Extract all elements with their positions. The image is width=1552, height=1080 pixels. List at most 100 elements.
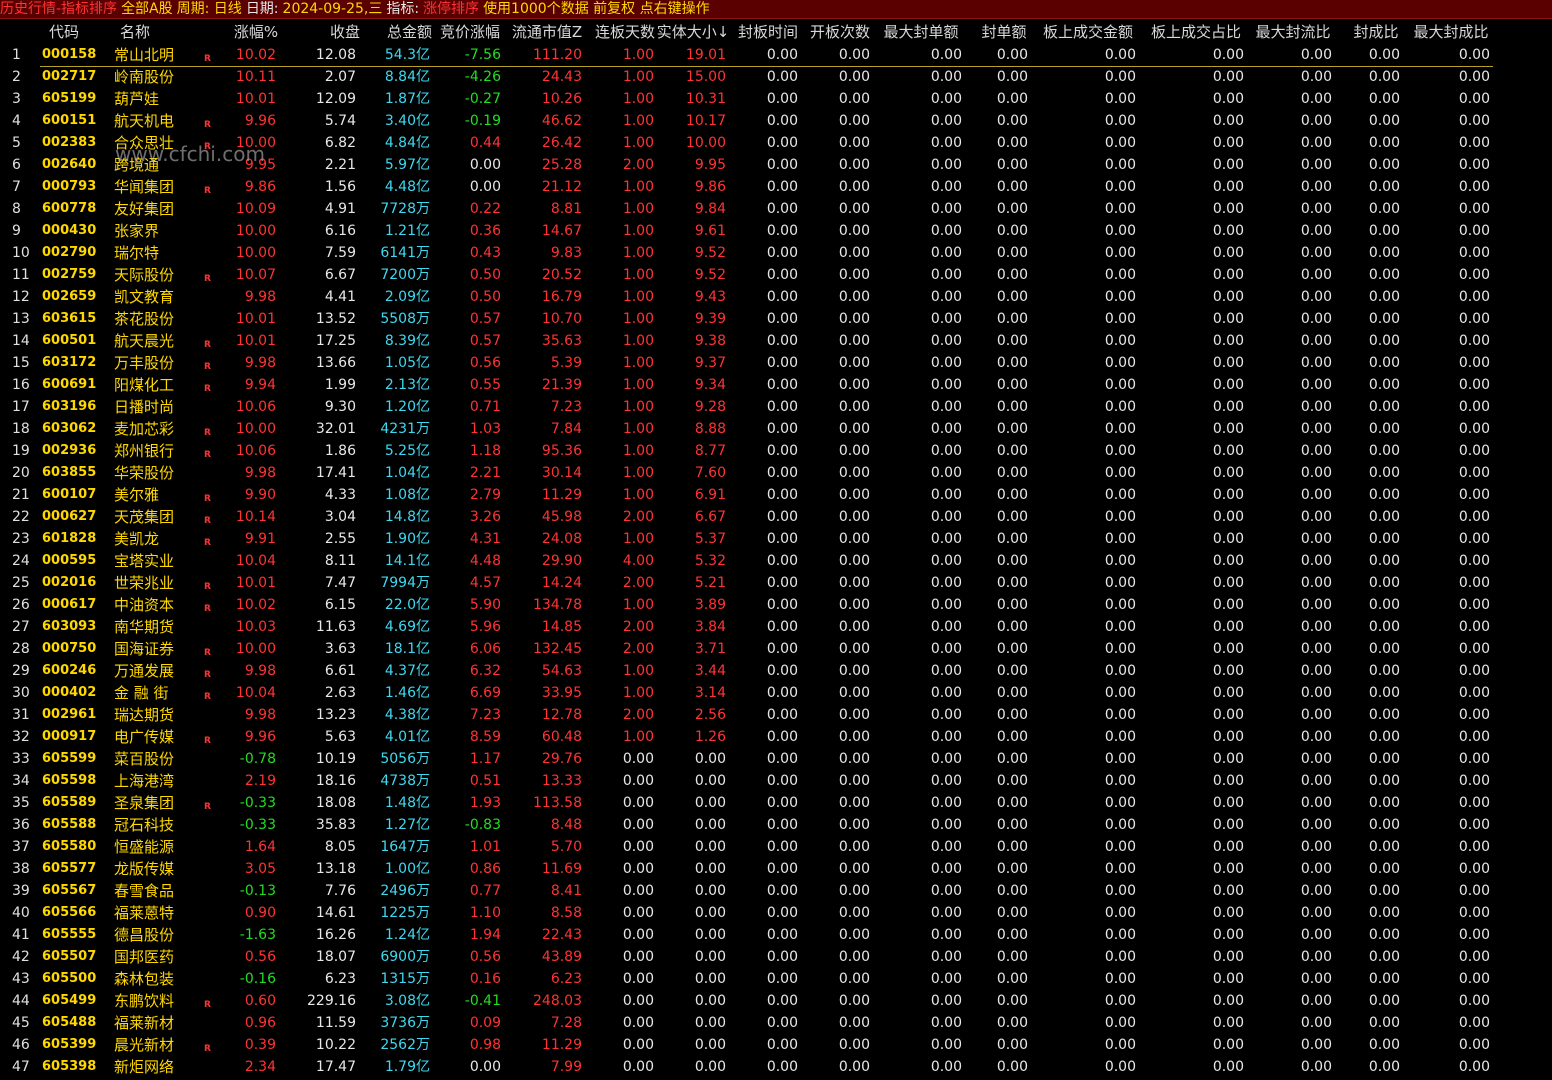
seal-time-value: 0.00 xyxy=(766,949,798,965)
table-row[interactable]: 23 601828 美凯龙 R 9.91 2.55 1.90亿 4.31 24.08 1.00 5.… xyxy=(0,528,1552,550)
seal-amount-value: 0.00 xyxy=(996,839,1028,855)
table-row[interactable]: 18 603062 麦加芯彩 R 10.00 32.01 4231万 1.03 7.84 1.00… xyxy=(0,418,1552,440)
streak-days: 0.00 xyxy=(622,883,654,899)
col-board-ratio-header[interactable]: 板上成交占比 xyxy=(1144,21,1248,43)
indicator-value[interactable]: 涨停排序 xyxy=(423,0,479,18)
col-body-size-header[interactable]: 实体大小↓ xyxy=(656,21,730,43)
mode-label[interactable]: 历史行情-指标排序 xyxy=(0,0,117,18)
table-row[interactable]: 9 000430 张家界 10.00 6.16 1.21亿 0.36 14.67 1.00 9.6… xyxy=(0,220,1552,242)
table-row[interactable]: 36 605588 冠石科技 -0.33 35.83 1.27亿 -0.83 8.48 0.00… xyxy=(0,814,1552,836)
table-row[interactable]: 22 000627 天茂集团 R 10.14 3.04 14.8亿 3.26 45.98 2.00… xyxy=(0,506,1552,528)
board-turnover-value: 0.00 xyxy=(1104,553,1136,569)
open-count-value: 0.00 xyxy=(838,509,870,525)
table-row[interactable]: 33 605599 菜百股份 -0.78 10.19 5056万 1.17 29.76 0.00… xyxy=(0,748,1552,770)
max-seal-float-value: 0.00 xyxy=(1300,399,1332,415)
col-streak-header[interactable]: 连板天数 xyxy=(590,21,660,43)
table-row[interactable]: 35 605589 圣泉集团 R -0.33 18.08 1.48亿 1.93 113.58 0.… xyxy=(0,792,1552,814)
open-count-value: 0.00 xyxy=(838,1015,870,1031)
table-row[interactable]: 17 603196 日播时尚 10.06 9.30 1.20亿 0.71 7.23 1.00 9.… xyxy=(0,396,1552,418)
col-bid-change-header[interactable]: 竞价涨幅 xyxy=(436,21,504,43)
seal-amount-value: 0.00 xyxy=(996,927,1028,943)
table-row[interactable]: 7 000793 华闻集团 R 9.86 1.56 4.48亿 0.00 21.12 1.00 9.… xyxy=(0,176,1552,198)
col-board-turnover-header[interactable]: 板上成交金额 xyxy=(1036,21,1140,43)
table-row[interactable]: 41 605555 德昌股份 -1.63 16.26 1.24亿 1.94 22.43 0.00… xyxy=(0,924,1552,946)
seal-ratio-value: 0.00 xyxy=(1368,619,1400,635)
table-row[interactable]: 20 603855 华荣股份 9.98 17.41 1.04亿 2.21 30.14 1.00 7… xyxy=(0,462,1552,484)
date-value[interactable]: 2024-09-25,三 xyxy=(283,0,383,18)
table-row[interactable]: 25 002016 世荣兆业 R 10.01 7.47 7994万 4.57 14.24 2.00… xyxy=(0,572,1552,594)
col-max-seal-ratio-header[interactable]: 最大封成比 xyxy=(1408,21,1494,43)
table-row[interactable]: 24 000595 宝塔实业 10.04 8.11 14.1亿 4.48 29.90 4.00 5… xyxy=(0,550,1552,572)
scope-label[interactable]: 全部A股 xyxy=(121,0,173,18)
bid-change: 0.77 xyxy=(469,883,501,899)
seal-ratio-value: 0.00 xyxy=(1368,927,1400,943)
table-row[interactable]: 15 603172 万丰股份 R 9.98 13.66 1.05亿 0.56 5.39 1.00 9… xyxy=(0,352,1552,374)
body-size: 5.37 xyxy=(694,531,726,547)
table-row[interactable]: 6 002640 跨境通 9.95 2.21 5.97亿 0.00 25.28 2.00 9.95… xyxy=(0,154,1552,176)
total-amount: 4.84亿 xyxy=(384,135,430,151)
table-row[interactable]: 19 002936 郑州银行 R 10.06 1.86 5.25亿 1.18 95.36 1.00… xyxy=(0,440,1552,462)
table-row[interactable]: 2 002717 岭南股份 10.11 2.07 8.84亿 -4.26 24.43 1.00 1… xyxy=(0,66,1552,88)
col-seal-amount-header[interactable]: 封单额 xyxy=(976,21,1032,43)
table-row[interactable]: 44 605499 东鹏饮料 R 0.60 229.16 3.08亿 -0.41 248.03 0… xyxy=(0,990,1552,1012)
close-price: 4.33 xyxy=(324,487,356,503)
stock-name: 万通发展 xyxy=(114,662,175,680)
col-code-header[interactable]: 代码 xyxy=(40,21,88,43)
col-float-mcap-header[interactable]: 流通市值Z xyxy=(508,21,586,43)
table-row[interactable]: 31 002961 瑞达期货 9.98 13.23 4.38亿 7.23 12.78 2.00 2… xyxy=(0,704,1552,726)
table-row[interactable]: 32 000917 电广传媒 R 9.96 5.63 4.01亿 8.59 60.48 1.00 1… xyxy=(0,726,1552,748)
table-row[interactable]: 14 600501 航天晨光 R 10.01 17.25 8.39亿 0.57 35.63 1.0… xyxy=(0,330,1552,352)
table-row[interactable]: 42 605507 国邦医药 0.56 18.07 6900万 0.56 43.89 0.00 0… xyxy=(0,946,1552,968)
table-row[interactable]: 46 605399 晨光新材 R 0.39 10.22 2562万 0.98 11.29 0.00… xyxy=(0,1034,1552,1056)
table-row[interactable]: 12 002659 凯文教育 9.98 4.41 2.09亿 0.50 16.79 1.00 9.… xyxy=(0,286,1552,308)
max-seal-ratio-value: 0.00 xyxy=(1458,597,1490,613)
open-count-value: 0.00 xyxy=(838,113,870,129)
col-max-seal-amount-header[interactable]: 最大封单额 xyxy=(878,21,964,43)
bid-change: 0.16 xyxy=(469,971,501,987)
col-close-header[interactable]: 收盘 xyxy=(300,21,360,43)
open-count-value: 0.00 xyxy=(838,47,870,63)
stock-name: 冠石科技 xyxy=(114,816,175,834)
table-row[interactable]: 28 000750 国海证券 R 10.00 3.63 18.1亿 6.06 132.45 2.0… xyxy=(0,638,1552,660)
period-label[interactable]: 周期: 日线 xyxy=(177,0,242,18)
table-row[interactable]: 39 605567 春雪食品 -0.13 7.76 2496万 0.77 8.41 0.00 0.… xyxy=(0,880,1552,902)
col-amount-header[interactable]: 总金额 xyxy=(370,21,432,43)
table-row[interactable]: 47 605398 新炬网络 2.34 17.47 1.79亿 0.00 7.99 0.00 0.… xyxy=(0,1056,1552,1078)
table-row[interactable]: 5 002383 合众思壮 R 10.00 6.82 4.84亿 0.44 26.42 1.00 1… xyxy=(0,132,1552,154)
col-change-pct-header[interactable]: 涨幅% xyxy=(228,21,284,43)
table-row[interactable]: 8 600778 友好集团 10.09 4.91 7728万 0.22 8.81 1.00 9.8… xyxy=(0,198,1552,220)
bid-change: 4.31 xyxy=(469,531,501,547)
table-row[interactable]: 40 605566 福莱蒽特 0.90 14.61 1225万 1.10 8.58 0.00 0.… xyxy=(0,902,1552,924)
table-row[interactable]: 45 605488 福莱新材 0.96 11.59 3736万 0.09 7.28 0.00 0.… xyxy=(0,1012,1552,1034)
table-row[interactable]: 11 002759 天际股份 R 10.07 6.67 7200万 0.50 20.52 1.00… xyxy=(0,264,1552,286)
table-row[interactable]: 21 600107 美尔雅 R 9.90 4.33 1.08亿 2.79 11.29 1.00 6.… xyxy=(0,484,1552,506)
close-price: 18.07 xyxy=(315,949,356,965)
table-row[interactable]: 29 600246 万通发展 R 9.98 6.61 4.37亿 6.32 54.63 1.00 3… xyxy=(0,660,1552,682)
stock-name: 日播时尚 xyxy=(114,398,175,416)
row-number: 7 xyxy=(12,179,21,195)
col-seal-time-header[interactable]: 封板时间 xyxy=(734,21,802,43)
col-name-header[interactable]: 名称 xyxy=(110,21,160,43)
max-seal-float-value: 0.00 xyxy=(1300,443,1332,459)
table-row[interactable]: 13 603615 茶花股份 10.01 13.52 5508万 0.57 10.70 1.00… xyxy=(0,308,1552,330)
table-row[interactable]: 34 605598 上海港湾 2.19 18.16 4738万 0.51 13.33 0.00 0… xyxy=(0,770,1552,792)
table-row[interactable]: 4 600151 航天机电 R 9.96 5.74 3.40亿 -0.19 46.62 1.00 1… xyxy=(0,110,1552,132)
streak-days: 0.00 xyxy=(622,971,654,987)
table-row[interactable]: 37 605580 恒盛能源 1.64 8.05 1647万 1.01 5.70 0.00 0.0… xyxy=(0,836,1552,858)
col-seal-ratio-header[interactable]: 封成比 xyxy=(1348,21,1404,43)
stock-code: 000595 xyxy=(42,553,97,568)
col-max-seal-float-header[interactable]: 最大封流比 xyxy=(1250,21,1336,43)
table-row[interactable]: 10 002790 瑞尔特 10.00 7.59 6141万 0.43 9.83 1.00 9.5… xyxy=(0,242,1552,264)
table-row[interactable]: 16 600691 阳煤化工 R 9.94 1.99 2.13亿 0.55 21.39 1.00 9… xyxy=(0,374,1552,396)
table-row[interactable]: 26 000617 中油资本 R 10.02 6.15 22.0亿 5.90 134.78 1.0… xyxy=(0,594,1552,616)
table-row[interactable]: 1 000158 常山北明 R 10.02 12.08 54.3亿 -7.56 111.20 1.… xyxy=(0,44,1552,66)
streak-days: 4.00 xyxy=(622,553,654,569)
seal-amount-value: 0.00 xyxy=(996,377,1028,393)
row-number: 40 xyxy=(12,905,30,921)
table-row[interactable]: 43 605500 森林包装 -0.16 6.23 1315万 0.16 6.23 0.00 0.… xyxy=(0,968,1552,990)
col-open-count-header[interactable]: 开板次数 xyxy=(806,21,874,43)
table-row[interactable]: 27 603093 南华期货 10.03 11.63 4.69亿 5.96 14.85 2.00… xyxy=(0,616,1552,638)
table-row[interactable]: 3 605199 葫芦娃 10.01 12.09 1.87亿 -0.27 10.26 1.00 1… xyxy=(0,88,1552,110)
table-row[interactable]: 30 000402 金 融 街 R 10.04 2.63 1.46亿 6.69 33.95 1.0… xyxy=(0,682,1552,704)
table-row[interactable]: 38 605577 龙版传媒 3.05 13.18 1.00亿 0.86 11.69 0.00 0… xyxy=(0,858,1552,880)
